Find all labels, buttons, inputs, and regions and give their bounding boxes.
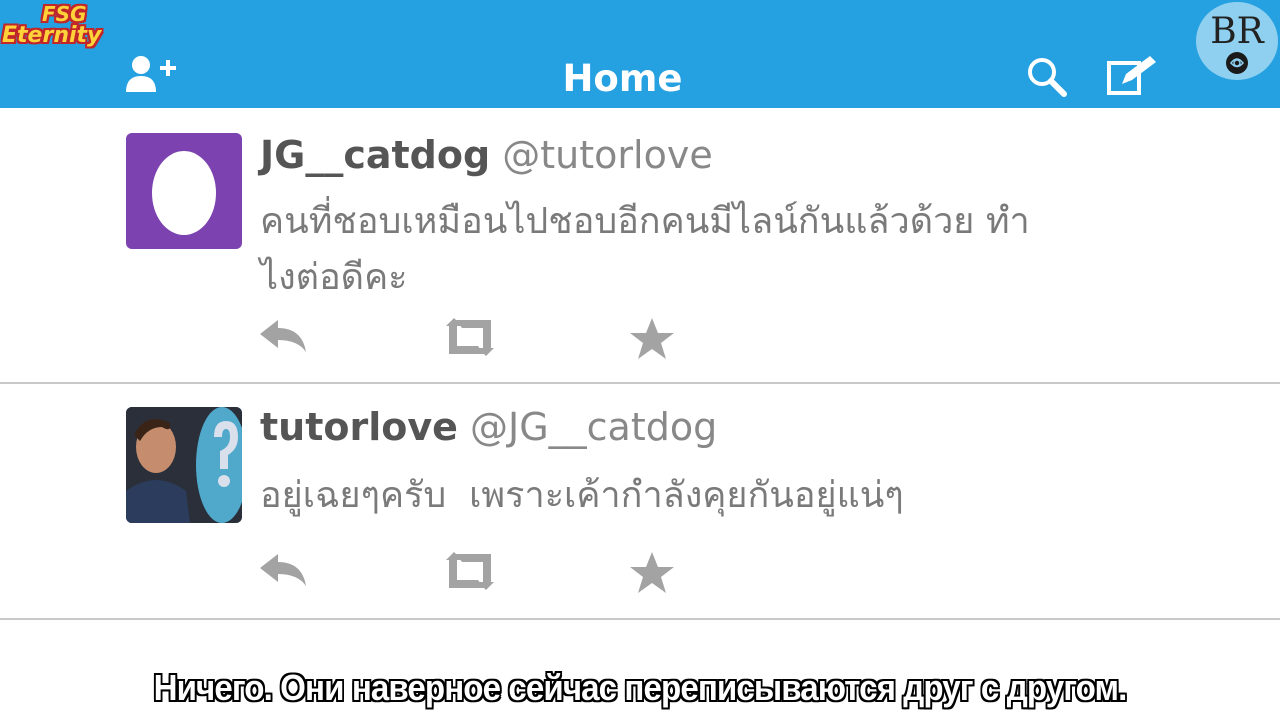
profile-photo[interactable] — [126, 407, 242, 523]
tweet-item[interactable]: JG__catdog @tutorlove คนที่ชอบเหมือนไปชอ… — [0, 108, 1280, 384]
compose-icon[interactable] — [1106, 54, 1160, 98]
tweet-actions — [0, 316, 1280, 366]
channel-logo-text: BR — [1210, 11, 1264, 52]
video-subtitle: Ничего. Они наверное сейчас переписывают… — [153, 667, 1128, 708]
author-display-name[interactable]: tutorlove — [260, 405, 458, 449]
rose-icon — [1226, 52, 1248, 74]
favorite-icon[interactable] — [628, 550, 676, 596]
tweet-item[interactable]: tutorlove @JG__catdog อยู่เฉยๆครับ เพราะ… — [0, 384, 1280, 618]
tweet-text: คนที่ชอบเหมือนไปชอบอีกคนมีไลน์กันแล้วด้ว… — [260, 201, 1030, 298]
reply-icon[interactable] — [258, 550, 310, 590]
author-handle[interactable]: @tutorlove — [502, 133, 712, 177]
egg-avatar-icon[interactable] — [126, 133, 242, 249]
tweet-text: อยู่เฉยๆครับ เพราะเค้ากำลังคุยกันอยู่แน่… — [260, 475, 904, 516]
reply-icon[interactable] — [258, 316, 310, 356]
author-display-name[interactable]: JG__catdog — [260, 133, 490, 177]
tweet-author[interactable]: JG__catdog @tutorlove — [260, 132, 713, 178]
watermark-logo: FSG Eternity — [2, 0, 101, 56]
retweet-icon[interactable] — [440, 316, 500, 358]
top-navigation-bar: Home — [0, 0, 1280, 108]
tweet-author[interactable]: tutorlove @JG__catdog — [260, 404, 717, 450]
author-handle[interactable]: @JG__catdog — [470, 405, 717, 449]
watermark-line-2: Eternity — [2, 23, 102, 48]
channel-logo: BR — [1196, 2, 1278, 80]
tweet-divider — [0, 618, 1280, 620]
search-icon[interactable] — [1026, 56, 1070, 98]
retweet-icon[interactable] — [440, 550, 500, 592]
favorite-icon[interactable] — [628, 316, 676, 362]
tweet-actions — [0, 550, 1280, 600]
